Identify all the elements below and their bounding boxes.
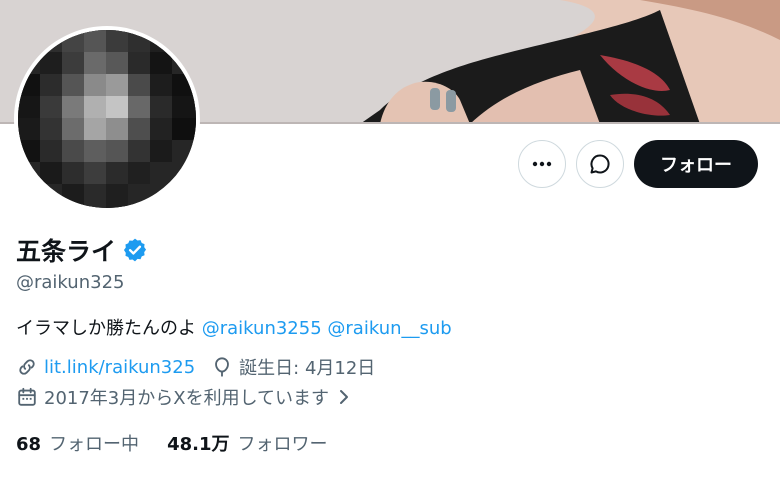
- profile-stats: 68 フォロー中 48.1万 フォロワー: [16, 430, 327, 456]
- avatar-image: [18, 30, 196, 208]
- profile-bio: イラマしか勝たんのよ @raikun3255 @raikun__sub: [16, 314, 452, 340]
- more-options-button[interactable]: [518, 140, 566, 188]
- join-date-text: 2017年3月からXを利用しています: [44, 388, 330, 409]
- bio-mention-link[interactable]: @raikun3255: [202, 318, 322, 339]
- calendar-icon: [18, 387, 36, 406]
- balloon-icon: [215, 357, 230, 377]
- display-name: 五条ライ: [16, 237, 117, 266]
- message-button[interactable]: [576, 140, 624, 188]
- profile-website-link[interactable]: lit.link/raikun325: [44, 357, 195, 378]
- followers-label: フォロワー: [237, 434, 328, 455]
- followers-stat[interactable]: 48.1万 フォロワー: [167, 430, 327, 456]
- profile-meta-row: lit.link/raikun325 誕生日: 4月12日: [16, 354, 375, 380]
- birthday-text: 誕生日: 4月12日: [239, 358, 376, 379]
- chevron-right-icon: [340, 390, 349, 404]
- link-icon: [19, 359, 35, 375]
- more-icon: [532, 161, 552, 167]
- verified-badge-icon[interactable]: [122, 237, 148, 263]
- bio-mention-link[interactable]: @raikun__sub: [327, 318, 451, 339]
- following-count: 68: [16, 434, 42, 455]
- followers-count: 48.1万: [167, 434, 230, 455]
- birthday-info: 誕生日: 4月12日: [211, 354, 375, 380]
- message-icon: [590, 154, 610, 174]
- following-stat[interactable]: 68 フォロー中: [16, 430, 139, 456]
- follow-button[interactable]: フォロー: [634, 140, 758, 188]
- following-label: フォロー中: [49, 434, 140, 455]
- profile-name-row: 五条ライ: [16, 232, 148, 268]
- profile-handle: @raikun325: [16, 272, 125, 293]
- profile-avatar[interactable]: [14, 26, 200, 212]
- bio-text: イラマしか勝たんのよ: [16, 318, 196, 339]
- join-date-row[interactable]: 2017年3月からXを利用しています: [16, 384, 353, 410]
